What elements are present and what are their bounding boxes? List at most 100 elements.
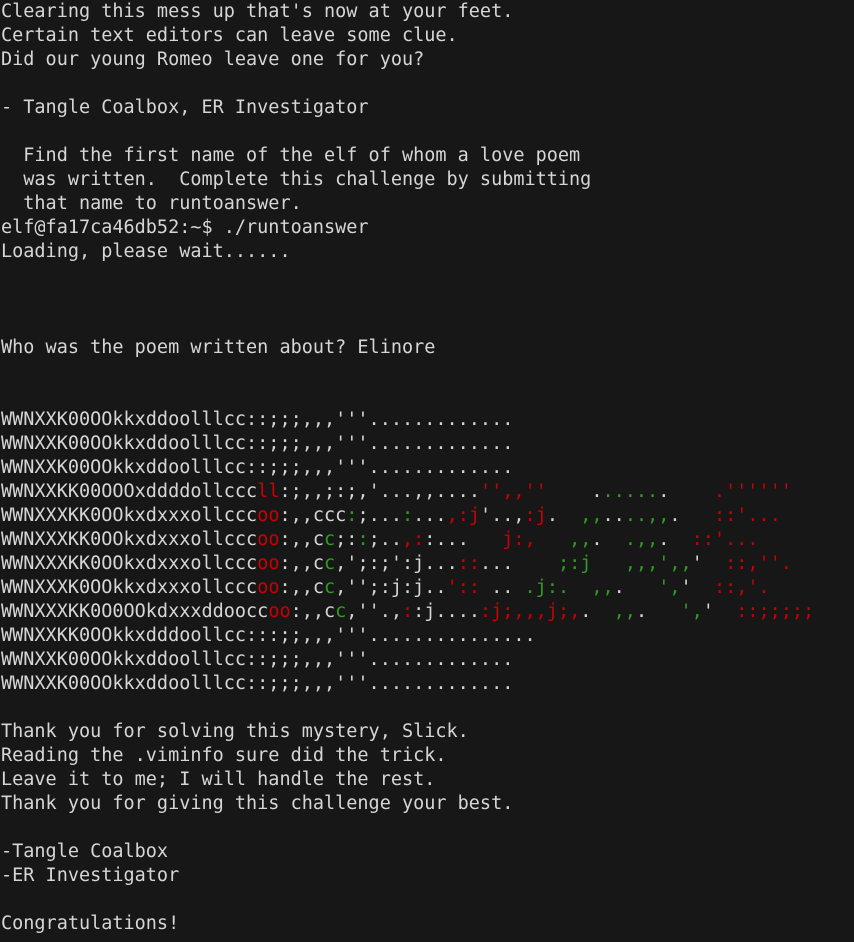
ascii-art-segment: .j	[524, 577, 547, 598]
ascii-art-segment: j	[580, 553, 592, 574]
terminal-output: Clearing this mess up that's now at your…	[0, 0, 854, 936]
ascii-art-segment: '...	[736, 505, 781, 526]
ascii-art-segment: WWNXXK00OOkkxddoolllcc::;;;,,,'''.......…	[1, 649, 514, 670]
outro-line-4: Thank you for giving this challenge your…	[1, 793, 514, 814]
task-line-3: that name to runtoanswer.	[1, 193, 302, 214]
ascii-art-line: WWNXXK00OOkkxddoolllcc::;;;,,,'''.......…	[1, 408, 854, 432]
ascii-art-segment: :j;,,,j;	[479, 601, 570, 622]
ascii-art-segment: :	[402, 505, 414, 526]
ascii-art-segment: ll	[257, 481, 280, 502]
ascii-art-segment: .	[557, 577, 570, 598]
outro-line-2: Reading the .viminfo sure did the trick.	[1, 745, 447, 766]
ascii-art-line: WWNXXXKK0OOkxdxxxollcccoo:,,cc,';:;':j..…	[1, 552, 854, 576]
ascii-art-segment: .''''''	[713, 481, 792, 502]
ascii-art-segment	[569, 577, 591, 598]
ascii-art-segment: '...	[713, 529, 759, 550]
ascii-art-segment: ,,,	[624, 553, 659, 574]
ascii-art-segment: :	[457, 553, 469, 574]
ascii-art-segment: ,''.,	[346, 601, 402, 622]
ascii-art-segment: :	[546, 577, 558, 598]
ascii-art-segment: WWNXXXKK0OOkxdxxxollccc	[1, 553, 258, 574]
ascii-art-segment: '	[691, 553, 726, 574]
outro-signature-2: -ER Investigator	[1, 865, 180, 886]
ascii-art-segment: ;..	[368, 529, 403, 550]
ascii-art-segment: ::	[713, 577, 737, 598]
ascii-art-segment: ,,	[569, 529, 592, 550]
shell-prompt-line[interactable]: elf@fa17ca46db52:~$ ./runtoanswer	[1, 216, 854, 240]
ascii-art-segment: ::	[713, 505, 737, 526]
ascii-art-line: WWNXXK00OOkkxddoolllcc::;;;,,,'''.......…	[1, 672, 854, 696]
ascii-art-segment: WWNXXXK0OOkkxdxxxollccc	[1, 577, 258, 598]
ascii-art-segment: ...	[480, 553, 558, 574]
ascii-art-segment: '',,''	[479, 481, 547, 502]
ascii-art-segment: :	[424, 529, 436, 550]
ascii-art-segment: :,,c	[290, 601, 336, 622]
ascii-art-segment: ,	[524, 529, 536, 550]
ascii-art-segment: WWNXXK00OOkkxddoolllcc::;;;,,,'''.......…	[1, 457, 514, 478]
ascii-art-line: WWNXXXKK0O0OOkdxxxddooccoo:,,cc,''.,::j.…	[1, 600, 854, 624]
ascii-art-segment: WWNXXKK0OOkkxdddoollcc:::;;,,,'''.......…	[1, 625, 536, 646]
intro-signature: - Tangle Coalbox, ER Investigator	[1, 97, 369, 118]
intro-line-1: Clearing this mess up that's now at your…	[1, 1, 514, 22]
ascii-art-line: WWNXXK00OOkkxddoolllcc::;;;,,,'''.......…	[1, 456, 854, 480]
ascii-art-segment: :	[468, 553, 480, 574]
ascii-art-segment: ,	[669, 577, 681, 598]
ascii-art-segment: :	[413, 601, 425, 622]
ascii-art-line: WWNXXKK0OOkkxdddoollcc:::;;,,,'''.......…	[1, 624, 854, 648]
ascii-art-segment: :j	[524, 505, 547, 526]
ascii-art-segment: :	[468, 577, 480, 598]
ascii-art-segment: ,	[736, 577, 748, 598]
ascii-art-segment: ;:	[335, 529, 358, 550]
ascii-art-segment: .	[591, 529, 625, 550]
ascii-art-segment: ,,	[580, 505, 603, 526]
ascii-art-segment: ..	[479, 577, 525, 598]
ascii-art-segment: WWNXXK00OOkkxddoolllcc::;;;,,,'''.......…	[1, 673, 514, 694]
ascii-art-segment: ''	[758, 553, 781, 574]
ascii-art-segment: .	[780, 553, 792, 574]
ascii-art-segment: .	[669, 505, 714, 526]
ascii-art-segment: ,	[747, 553, 759, 574]
ascii-art-line: WWNXXK00OOkkxddoolllcc::;;;,,,'''.......…	[1, 648, 854, 672]
ascii-art-segment: ,	[691, 601, 703, 622]
ascii-art-segment: j....	[424, 601, 480, 622]
ascii-art-segment: :	[346, 505, 358, 526]
ascii-art-segment: j...	[413, 553, 458, 574]
outro-signature-1: -Tangle Coalbox	[1, 841, 169, 862]
answer-question-line[interactable]: Who was the poem written about? Elinore	[1, 336, 854, 360]
ascii-art-segment: c	[324, 577, 336, 598]
ascii-art-segment: oo	[257, 577, 280, 598]
ascii-art-segment: j:	[502, 529, 525, 550]
ascii-art-segment: '	[702, 601, 737, 622]
ascii-art-segment: WWNXXXKK0OOkxdxxxollccc	[1, 529, 258, 550]
ascii-art-segment: ,,	[613, 601, 636, 622]
ascii-art-segment: :,,ccc	[279, 505, 347, 526]
ascii-art-segment: oo	[257, 553, 280, 574]
ascii-art-segment: ::	[736, 601, 759, 622]
ascii-art-segment: oo	[257, 505, 280, 526]
ascii-art-segment: ::	[725, 553, 748, 574]
ascii-art-line: WWNXXK00OOkkxddoolllcc::;;;,,,'''.......…	[1, 432, 854, 456]
outro-line-3: Leave it to me; I will handle the rest.	[1, 769, 436, 790]
ascii-art-segment: WWNXXK00OOkkxddoolllcc::;;;,,,'''.......…	[1, 433, 514, 454]
ascii-art-segment: ;...	[357, 505, 402, 526]
ascii-art-segment: ,';:;	[335, 553, 391, 574]
ascii-art-segment: '	[658, 553, 670, 574]
ascii-art-segment: c	[324, 553, 336, 574]
ascii-art-segment: ,,	[591, 577, 614, 598]
ascii-art-segment	[536, 529, 569, 550]
intro-line-2: Certain text editors can leave some clue…	[1, 25, 458, 46]
ascii-art-segment: '	[658, 577, 670, 598]
ascii-art-segment: .	[546, 505, 581, 526]
ascii-art-segment: c	[335, 601, 347, 622]
ascii-art-line: WWNXXXK0OOkkxdxxxollcccoo:,,cc,'';:j:j..…	[1, 576, 854, 600]
ascii-art-segment: ..,,	[624, 505, 670, 526]
ascii-art-segment: .	[613, 577, 659, 598]
terminal-window[interactable]: Clearing this mess up that's now at your…	[0, 0, 854, 942]
